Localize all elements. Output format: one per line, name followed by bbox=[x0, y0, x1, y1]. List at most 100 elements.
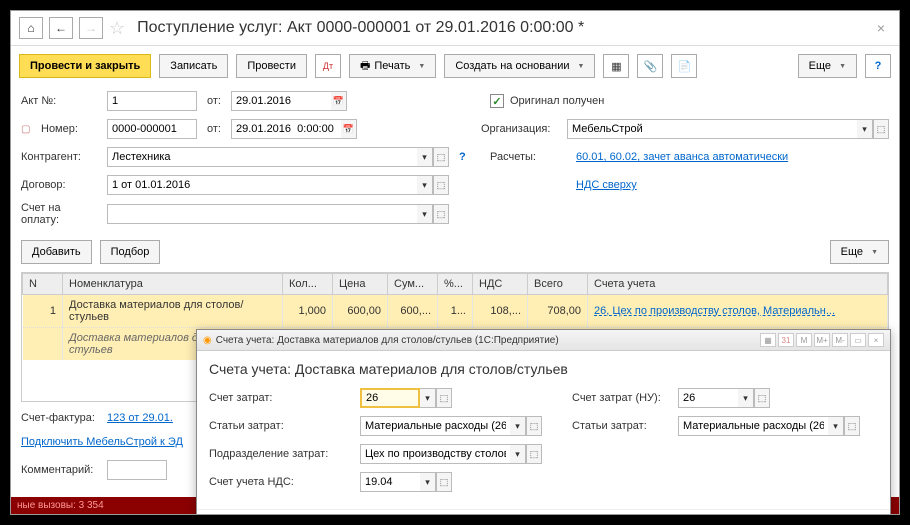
open-icon[interactable]: ⬚ bbox=[526, 444, 542, 464]
act-no-input[interactable] bbox=[107, 91, 197, 111]
sf-label: Счет-фактура: bbox=[21, 412, 101, 424]
open-icon[interactable]: ⬚ bbox=[754, 388, 770, 408]
forward-button[interactable]: → bbox=[79, 17, 103, 39]
act-no-label: Акт №: bbox=[21, 95, 101, 107]
post-and-close-button[interactable]: Провести и закрыть bbox=[19, 54, 151, 78]
post-button[interactable]: Провести bbox=[236, 54, 307, 78]
open-icon[interactable]: ⬚ bbox=[436, 388, 452, 408]
number-input[interactable] bbox=[107, 119, 197, 139]
print-button[interactable]: 🖶 Печать bbox=[349, 54, 436, 78]
contract-input[interactable] bbox=[107, 175, 417, 195]
cost-item2-input[interactable] bbox=[678, 416, 828, 436]
dropdown-icon[interactable]: ▾ bbox=[420, 472, 436, 492]
edo-link[interactable]: Подключить МебельСтрой к ЭД bbox=[21, 436, 183, 448]
contractor-label: Контрагент: bbox=[21, 151, 101, 163]
original-received-checkbox[interactable]: ✓ bbox=[490, 94, 504, 108]
dialog-title: Счета учета: Доставка материалов для сто… bbox=[209, 361, 878, 377]
open-icon[interactable]: ⬚ bbox=[844, 416, 860, 436]
table-row[interactable]: 1 Доставка материалов для столов/стульев… bbox=[23, 295, 888, 328]
open-icon[interactable]: ⬚ bbox=[433, 147, 449, 167]
help-icon[interactable]: ? bbox=[459, 151, 466, 163]
select-row-button[interactable]: Подбор bbox=[100, 240, 161, 264]
create-based-button[interactable]: Создать на основании bbox=[444, 54, 595, 78]
cost-acc-nu-label: Счет затрат (НУ): bbox=[572, 392, 672, 404]
accounts-link[interactable]: 26, Цех по производству столов, Материал… bbox=[594, 305, 835, 317]
cost-acc-input[interactable] bbox=[360, 388, 420, 408]
app-icon: ◉ bbox=[203, 335, 212, 346]
attach-icon[interactable]: 📎 bbox=[637, 54, 663, 78]
cost-item2-label: Статьи затрат: bbox=[572, 420, 672, 432]
m-minus-icon[interactable]: M- bbox=[832, 333, 848, 347]
save-button[interactable]: Записать bbox=[159, 54, 228, 78]
vat-acc-label: Счет учета НДС: bbox=[209, 476, 354, 488]
accounts-dialog: ◉ Счета учета: Доставка материалов для с… bbox=[196, 329, 891, 515]
sf-link[interactable]: 123 от 29.01. bbox=[107, 412, 173, 424]
favorite-icon[interactable]: ☆ bbox=[109, 18, 125, 39]
cost-acc-label: Счет затрат: bbox=[209, 392, 354, 404]
open-icon[interactable]: ⬚ bbox=[436, 472, 452, 492]
table-more-button[interactable]: Еще bbox=[830, 240, 889, 264]
minimize-icon[interactable]: ▭ bbox=[850, 333, 866, 347]
struct-icon[interactable]: ▦ bbox=[603, 54, 629, 78]
home-button[interactable]: ⌂ bbox=[19, 17, 43, 39]
doc-icon[interactable]: 📄 bbox=[671, 54, 697, 78]
col-n[interactable]: N bbox=[23, 274, 63, 295]
col-pct[interactable]: %... bbox=[438, 274, 473, 295]
dept-input[interactable] bbox=[360, 444, 510, 464]
open-icon[interactable]: ⬚ bbox=[526, 416, 542, 436]
org-input[interactable] bbox=[567, 119, 857, 139]
act-date-input[interactable] bbox=[231, 91, 331, 111]
open-icon[interactable]: ⬚ bbox=[433, 204, 449, 224]
cost-item-input[interactable] bbox=[360, 416, 510, 436]
comment-label: Комментарий: bbox=[21, 464, 101, 476]
invoice-input[interactable] bbox=[107, 204, 417, 224]
col-price[interactable]: Цена bbox=[333, 274, 388, 295]
add-row-button[interactable]: Добавить bbox=[21, 240, 92, 264]
calendar-icon[interactable]: 📅 bbox=[331, 91, 347, 111]
col-accounts[interactable]: Счета учета bbox=[588, 274, 888, 295]
vat-acc-input[interactable] bbox=[360, 472, 420, 492]
dropdown-icon[interactable]: ▾ bbox=[857, 119, 873, 139]
dropdown-icon[interactable]: ▾ bbox=[738, 388, 754, 408]
comment-input[interactable] bbox=[107, 460, 167, 480]
table-actions: Добавить Подбор Еще bbox=[11, 236, 899, 268]
help-icon[interactable]: ? bbox=[865, 54, 891, 78]
vat-link[interactable]: НДС сверху bbox=[576, 179, 637, 191]
print-label: Печать bbox=[374, 60, 410, 72]
dropdown-icon[interactable]: ▾ bbox=[420, 388, 436, 408]
open-icon[interactable]: ⬚ bbox=[433, 175, 449, 195]
calendar-icon[interactable]: 📅 bbox=[341, 119, 357, 139]
from-label: от: bbox=[203, 95, 225, 107]
toolbar: Провести и закрыть Записать Провести Дт … bbox=[11, 46, 899, 86]
dept-label: Подразделение затрат: bbox=[209, 448, 354, 460]
close-icon[interactable]: × bbox=[871, 20, 891, 36]
number-date-input[interactable] bbox=[231, 119, 341, 139]
dt-kt-icon[interactable]: Дт bbox=[315, 54, 341, 78]
m-plus-icon[interactable]: M+ bbox=[814, 333, 830, 347]
back-button[interactable]: ← bbox=[49, 17, 73, 39]
dropdown-icon[interactable]: ▾ bbox=[510, 416, 526, 436]
from-label-2: от: bbox=[203, 123, 225, 135]
col-qty[interactable]: Кол... bbox=[283, 274, 333, 295]
calc-icon[interactable]: ▦ bbox=[760, 333, 776, 347]
dropdown-icon[interactable]: ▾ bbox=[510, 444, 526, 464]
cost-acc-nu-input[interactable] bbox=[678, 388, 738, 408]
m-icon[interactable]: M bbox=[796, 333, 812, 347]
dropdown-icon[interactable]: ▾ bbox=[417, 147, 433, 167]
col-sum[interactable]: Сум... bbox=[388, 274, 438, 295]
dialog-window-title: Счета учета: Доставка материалов для сто… bbox=[216, 335, 559, 346]
settlements-link[interactable]: 60.01, 60.02, зачет аванса автоматически bbox=[576, 151, 788, 163]
settlements-label: Расчеты: bbox=[490, 151, 570, 163]
contractor-input[interactable] bbox=[107, 147, 417, 167]
col-total[interactable]: Всего bbox=[528, 274, 588, 295]
dropdown-icon[interactable]: ▾ bbox=[417, 175, 433, 195]
col-vat[interactable]: НДС bbox=[473, 274, 528, 295]
dropdown-icon[interactable]: ▾ bbox=[417, 204, 433, 224]
open-icon[interactable]: ⬚ bbox=[873, 119, 889, 139]
dropdown-icon[interactable]: ▾ bbox=[828, 416, 844, 436]
cal-icon[interactable]: 31 bbox=[778, 333, 794, 347]
more-button[interactable]: Еще bbox=[798, 54, 857, 78]
col-nom[interactable]: Номенклатура bbox=[63, 274, 283, 295]
dialog-titlebar: ◉ Счета учета: Доставка материалов для с… bbox=[197, 330, 890, 351]
close-dialog-icon[interactable]: × bbox=[868, 333, 884, 347]
